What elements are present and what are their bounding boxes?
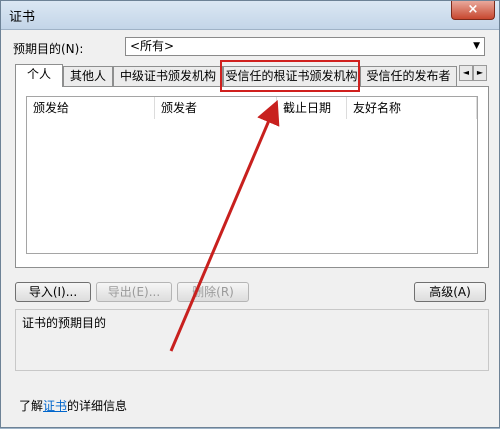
- certificates-dialog: 证书 × 预期目的(N): <所有> ▼ 个人 其他人 中级证书颁发机构 受信任…: [0, 0, 500, 428]
- annotation-arrow: [169, 99, 280, 352]
- annotation-arrow-line: [169, 99, 280, 352]
